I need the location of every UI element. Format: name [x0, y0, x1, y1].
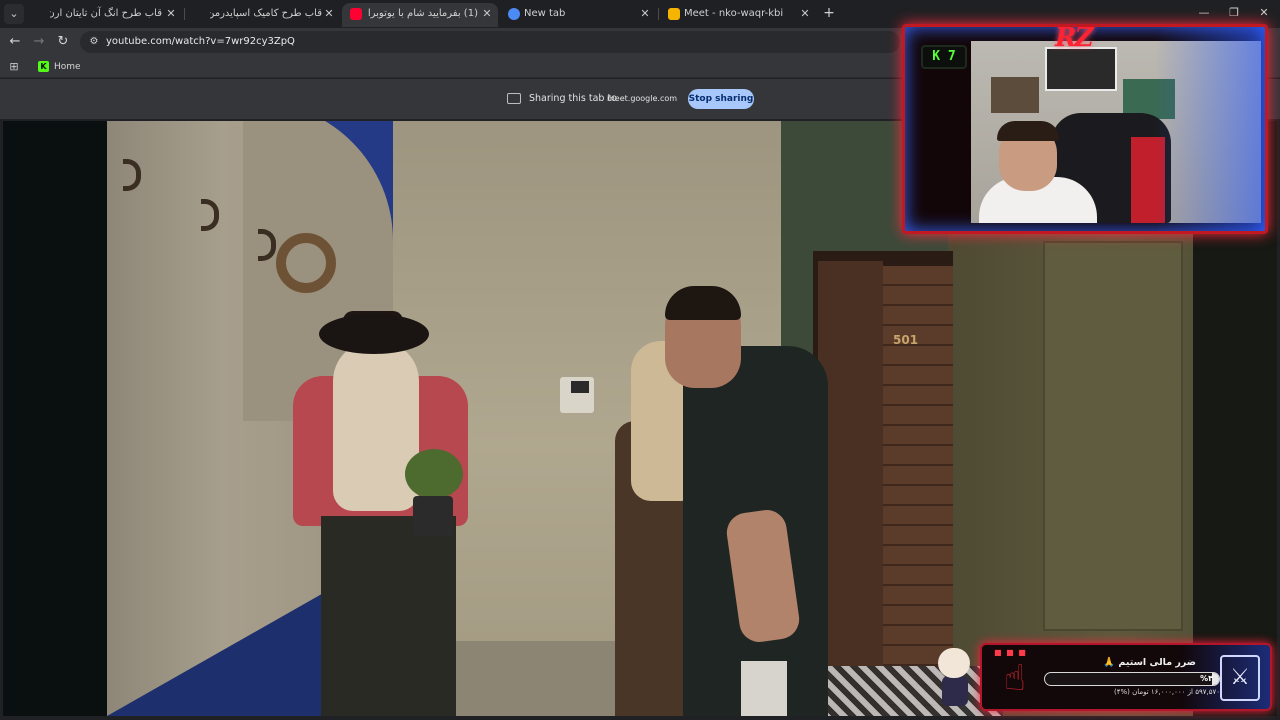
tab-2[interactable]: قاب طرح کامیک اسپایدرمن ۳ - ف ✕ [190, 3, 340, 27]
restore-icon: ❐ [1229, 6, 1239, 19]
tab-5[interactable]: Meet - nko-waqr-kbi ✕ [660, 3, 818, 27]
youtube-icon [350, 8, 362, 20]
tab-4[interactable]: New tab ✕ [500, 3, 658, 27]
scene-right-door [1043, 241, 1183, 631]
goal-progress-fill [1212, 673, 1219, 685]
plus-icon: + [823, 5, 835, 21]
back-button[interactable]: ← [6, 33, 24, 51]
tab-title: قاب طرح انگ آن تایتان ارن و میکا [50, 8, 162, 19]
close-icon: ✕ [1259, 6, 1269, 19]
scene-floor-tiles [823, 666, 1003, 716]
plant-pot [413, 496, 453, 536]
streamer-logo: RZ [1055, 24, 1094, 53]
goal-title: ضرر مالی استیم 🙏 [1103, 657, 1196, 668]
webcam-wall-poster [1045, 47, 1117, 91]
scene-intercom-screen [571, 381, 589, 393]
tab-divider [658, 8, 659, 20]
person-1-hair [333, 341, 419, 511]
chevron-down-icon: ⌄ [9, 7, 19, 20]
scene-wreath [276, 233, 336, 293]
close-icon[interactable]: ✕ [638, 3, 652, 25]
minimize-icon: — [1198, 6, 1210, 19]
chibi-mascot [934, 648, 976, 712]
chibi-head [938, 648, 970, 678]
goal-progress-bar: %۴ [1044, 672, 1220, 686]
sharing-text: Sharing this tab to [529, 93, 617, 104]
webcam-blue-glow [1155, 27, 1265, 231]
tab-divider [184, 8, 185, 20]
person-1-hat [319, 314, 429, 354]
kick-icon: K [38, 61, 49, 72]
chrome-newtab-icon [508, 8, 520, 20]
tab-title: New tab [524, 8, 566, 19]
url-text: youtube.com/watch?v=7wr92cy3ZpQ [106, 36, 295, 47]
apps-grid-icon[interactable]: ⊞ [8, 61, 20, 73]
tab-title: قاب طرح کامیک اسپایدرمن ۳ - ف [210, 8, 322, 19]
restore-button[interactable]: ❐ [1224, 4, 1244, 22]
tab-title: Meet - nko-waqr-kbi [684, 8, 784, 19]
tune-icon[interactable]: ⚙ [86, 34, 102, 50]
person-1-pants [321, 516, 456, 716]
door-number: 501 [893, 333, 919, 347]
arrow-left-icon: ← [9, 34, 21, 49]
new-tab-button[interactable]: + [821, 5, 837, 21]
tab-1[interactable]: قاب طرح انگ آن تایتان ارن و میکا ✕ [30, 3, 182, 27]
streamer-webcam-overlay: K 7 RZ [902, 24, 1268, 234]
kick-badge: K 7 [921, 45, 967, 69]
webcam-shelf [991, 77, 1039, 113]
minimize-button[interactable]: — [1194, 4, 1214, 22]
hand-gesture-icon: ☝ [1004, 658, 1026, 699]
google-meet-icon [668, 8, 680, 20]
close-icon[interactable]: ✕ [480, 3, 494, 25]
reload-icon: ↻ [57, 34, 69, 49]
screen-share-icon [507, 93, 521, 104]
bookmark-label: Home [54, 62, 81, 72]
close-icon[interactable]: ✕ [798, 3, 812, 25]
tab-title: (1) بفرمایید شام با یوتوبرا (... [366, 8, 478, 19]
shopping-bag [741, 661, 787, 716]
wings-emblem-icon: ⚔ [1220, 655, 1260, 701]
close-window-button[interactable]: ✕ [1254, 4, 1274, 22]
browser-window: ⌄ قاب طرح انگ آن تایتان ارن و میکا ✕ قاب… [0, 0, 1280, 720]
close-icon[interactable]: ✕ [322, 3, 336, 25]
tab-search-button[interactable]: ⌄ [4, 4, 24, 24]
goal-subtitle: ۵۹۷,۵۷۰ از ۱۶,۰۰۰,۰۰۰ تومان (%۴) [1113, 688, 1220, 696]
donation-goal-widget: ■ ■ ■ ☝ ضرر مالی استیم 🙏 %۴ ۵۹۷,۵۷۰ از ۱… [980, 643, 1272, 711]
forward-button[interactable]: → [30, 33, 48, 51]
plant-leaves [405, 449, 463, 499]
reload-button[interactable]: ↻ [54, 33, 72, 51]
goal-percent: %۴ [1200, 674, 1213, 683]
tab-3-active[interactable]: (1) بفرمایید شام با یوتوبرا (... ✕ [342, 3, 498, 27]
address-bar[interactable]: ⚙ youtube.com/watch?v=7wr92cy3ZpQ [80, 31, 900, 53]
streamer-hair [997, 121, 1059, 141]
close-icon[interactable]: ✕ [164, 3, 178, 25]
sharing-host: meet.google.com [607, 94, 678, 103]
arrow-right-icon: → [33, 34, 45, 49]
stop-sharing-button[interactable]: Stop sharing [688, 89, 754, 109]
video-letterbox [3, 121, 107, 716]
chibi-body [942, 676, 968, 706]
